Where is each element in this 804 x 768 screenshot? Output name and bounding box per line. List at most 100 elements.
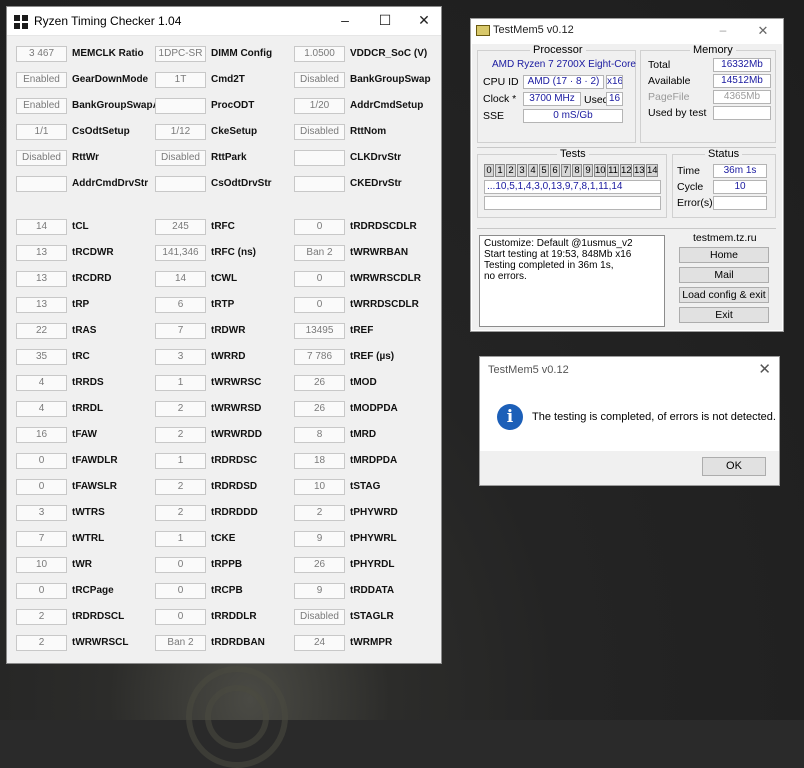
- sse-label: SSE: [483, 110, 505, 122]
- timing-value[interactable]: 3: [155, 349, 206, 365]
- test-number: 9: [583, 164, 593, 177]
- timing-value[interactable]: 0: [155, 609, 206, 625]
- testmem-titlebar[interactable]: TestMem5 v0.12 – ✕: [471, 19, 783, 43]
- timing-value[interactable]: [155, 176, 206, 192]
- test-number: 4: [528, 164, 538, 177]
- timing-value[interactable]: 9: [294, 531, 345, 547]
- timing-value[interactable]: 14: [16, 219, 67, 235]
- available-memory-value: 14512Mb: [713, 74, 771, 88]
- timing-label: tREF: [350, 325, 374, 336]
- home-button[interactable]: Home: [679, 247, 769, 263]
- timing-value[interactable]: 26: [294, 401, 345, 417]
- timing-value[interactable]: 24: [294, 635, 345, 651]
- timing-value[interactable]: 1/1: [16, 124, 67, 140]
- close-icon[interactable]: ✕: [404, 7, 444, 35]
- rtc-titlebar[interactable]: Ryzen Timing Checker 1.04 – ☐ ✕: [7, 7, 441, 36]
- timing-value[interactable]: 141,346: [155, 245, 206, 261]
- timing-value[interactable]: [16, 176, 67, 192]
- test-log[interactable]: Customize: Default @1usmus_v2 Start testi…: [479, 235, 665, 327]
- ryzen-timing-checker-window: Ryzen Timing Checker 1.04 – ☐ ✕ 3 467 MEM…: [6, 6, 442, 664]
- timing-value[interactable]: 7: [155, 323, 206, 339]
- timing-label: CLKDrvStr: [350, 152, 402, 163]
- timing-value[interactable]: 35: [16, 349, 67, 365]
- timing-value[interactable]: 1: [155, 531, 206, 547]
- timing-value[interactable]: 2: [155, 401, 206, 417]
- timing-value[interactable]: Disabled: [294, 72, 345, 88]
- maximize-icon[interactable]: ☐: [365, 7, 405, 35]
- timing-value[interactable]: 16: [16, 427, 67, 443]
- timing-value[interactable]: 10: [16, 557, 67, 573]
- timing-value[interactable]: 2: [16, 635, 67, 651]
- minimize-icon[interactable]: –: [325, 7, 365, 35]
- timing-value[interactable]: 4: [16, 401, 67, 417]
- load-config-exit-button[interactable]: Load config & exit: [679, 287, 769, 303]
- timing-value[interactable]: 13495: [294, 323, 345, 339]
- timing-value[interactable]: 1: [155, 453, 206, 469]
- timing-value[interactable]: 18: [294, 453, 345, 469]
- timing-value[interactable]: 1DPC-SR: [155, 46, 206, 62]
- timing-value[interactable]: [155, 98, 206, 114]
- timing-value[interactable]: 6: [155, 297, 206, 313]
- mail-button[interactable]: Mail: [679, 267, 769, 283]
- timing-value[interactable]: Ban 2: [294, 245, 345, 261]
- rtc-timings-grid: 3 467 MEMCLK Ratio Enabled GearDownMode Enab…: [7, 36, 441, 663]
- timing-value[interactable]: 0: [16, 583, 67, 599]
- timing-value[interactable]: 7 786: [294, 349, 345, 365]
- timing-value[interactable]: 13: [16, 297, 67, 313]
- timing-label: tMRD: [350, 429, 377, 440]
- timing-value[interactable]: 8: [294, 427, 345, 443]
- timing-value[interactable]: Disabled: [16, 150, 67, 166]
- timing-value[interactable]: 2: [155, 505, 206, 521]
- timing-value[interactable]: 1.0500: [294, 46, 345, 62]
- timing-value[interactable]: [294, 150, 345, 166]
- timing-value[interactable]: 26: [294, 375, 345, 391]
- timing-value[interactable]: 7: [16, 531, 67, 547]
- timing-value[interactable]: 1/12: [155, 124, 206, 140]
- timing-value[interactable]: Ban 2: [155, 635, 206, 651]
- timing-label: tRRDDLR: [211, 611, 257, 622]
- timing-value[interactable]: 14: [155, 271, 206, 287]
- timing-value[interactable]: 0: [155, 557, 206, 573]
- dialog-footer: OK: [480, 451, 779, 485]
- used-by-test-value: [713, 106, 771, 120]
- timing-value[interactable]: 10: [294, 479, 345, 495]
- timing-value[interactable]: 3 467: [16, 46, 67, 62]
- timing-value[interactable]: 0: [294, 219, 345, 235]
- ok-button[interactable]: OK: [702, 457, 766, 476]
- timing-value[interactable]: 3: [16, 505, 67, 521]
- timing-label: DIMM Config: [211, 48, 273, 59]
- log-line: Start testing at 19:53, 848Mb x16: [484, 249, 632, 260]
- timing-value[interactable]: 4: [16, 375, 67, 391]
- timing-value[interactable]: Enabled: [16, 98, 67, 114]
- timing-value[interactable]: 0: [294, 297, 345, 313]
- timing-value[interactable]: 22: [16, 323, 67, 339]
- timing-value[interactable]: 13: [16, 271, 67, 287]
- timing-value[interactable]: 1T: [155, 72, 206, 88]
- timing-label: RttPark: [211, 152, 247, 163]
- memory-chip-icon: [476, 25, 490, 36]
- timing-value[interactable]: Disabled: [155, 150, 206, 166]
- timing-value[interactable]: 0: [294, 271, 345, 287]
- timing-value[interactable]: [294, 176, 345, 192]
- close-icon[interactable]: ✕: [743, 17, 783, 45]
- timing-value[interactable]: 1: [155, 375, 206, 391]
- timing-value[interactable]: 9: [294, 583, 345, 599]
- timing-value[interactable]: 2: [155, 479, 206, 495]
- timing-value[interactable]: 13: [16, 245, 67, 261]
- timing-value[interactable]: 26: [294, 557, 345, 573]
- timing-value[interactable]: Disabled: [294, 124, 345, 140]
- timing-value[interactable]: 245: [155, 219, 206, 235]
- timing-value[interactable]: 2: [155, 427, 206, 443]
- timing-value[interactable]: 0: [16, 453, 67, 469]
- minimize-icon[interactable]: –: [703, 17, 743, 45]
- timing-value[interactable]: Enabled: [16, 72, 67, 88]
- timing-value[interactable]: 1/20: [294, 98, 345, 114]
- close-icon[interactable]: ✕: [758, 360, 771, 378]
- timing-value[interactable]: 0: [16, 479, 67, 495]
- timing-value[interactable]: 0: [155, 583, 206, 599]
- timing-value[interactable]: 2: [16, 609, 67, 625]
- timing-label: tWRRDSCDLR: [350, 299, 419, 310]
- exit-button[interactable]: Exit: [679, 307, 769, 323]
- timing-value[interactable]: Disabled: [294, 609, 345, 625]
- timing-value[interactable]: 2: [294, 505, 345, 521]
